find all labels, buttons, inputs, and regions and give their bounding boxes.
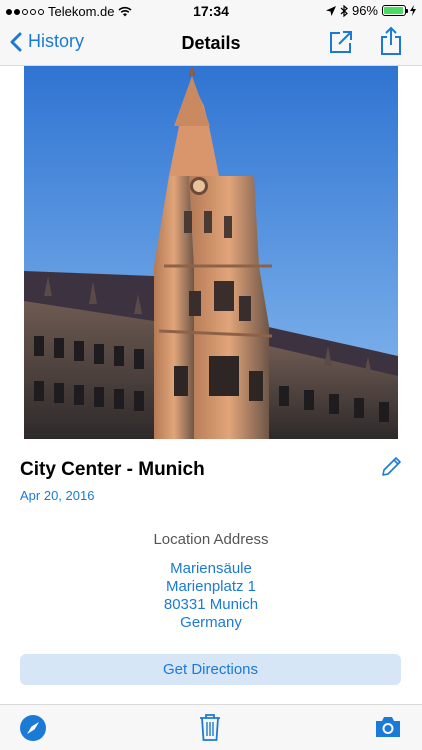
share-button[interactable] xyxy=(379,26,403,61)
location-title: City Center - Munich xyxy=(20,459,205,480)
open-external-icon xyxy=(330,31,352,53)
open-external-button[interactable] xyxy=(328,29,354,60)
get-directions-button[interactable]: Get Directions xyxy=(20,654,401,685)
address-line-name: Mariensäule xyxy=(170,560,252,577)
status-bar: Telekom.de 17:34 96% xyxy=(0,0,422,22)
status-right: 96% xyxy=(325,3,416,18)
page-title: Details xyxy=(181,33,241,53)
camera-button[interactable] xyxy=(374,715,402,744)
location-date: Apr 20, 2016 xyxy=(20,488,95,503)
camera-icon xyxy=(376,717,400,737)
edit-button[interactable] xyxy=(380,456,402,483)
bottom-toolbar xyxy=(0,704,422,750)
address-line-city: 80331 Munich xyxy=(163,596,259,613)
address-block[interactable]: Mariensäule Marienplatz 1 80331 Munich G… xyxy=(0,560,422,632)
bluetooth-icon xyxy=(340,4,348,17)
trash-icon xyxy=(200,714,220,741)
address-line-street: Marienplatz 1 xyxy=(165,578,257,595)
compass-button[interactable] xyxy=(19,714,47,747)
battery-percent: 96% xyxy=(351,3,378,18)
battery-icon xyxy=(382,5,408,16)
share-icon xyxy=(381,26,401,55)
town-hall-illustration xyxy=(24,66,398,439)
compass-icon xyxy=(20,715,46,741)
delete-button[interactable] xyxy=(199,713,221,746)
charging-bolt-icon xyxy=(410,5,416,16)
pencil-icon xyxy=(382,457,401,476)
location-photo xyxy=(24,66,398,439)
address-label: Location Address xyxy=(153,531,269,548)
location-arrow-icon xyxy=(325,5,336,16)
navigation-bar: History Details xyxy=(0,22,422,66)
address-line-country: Germany xyxy=(180,614,242,631)
